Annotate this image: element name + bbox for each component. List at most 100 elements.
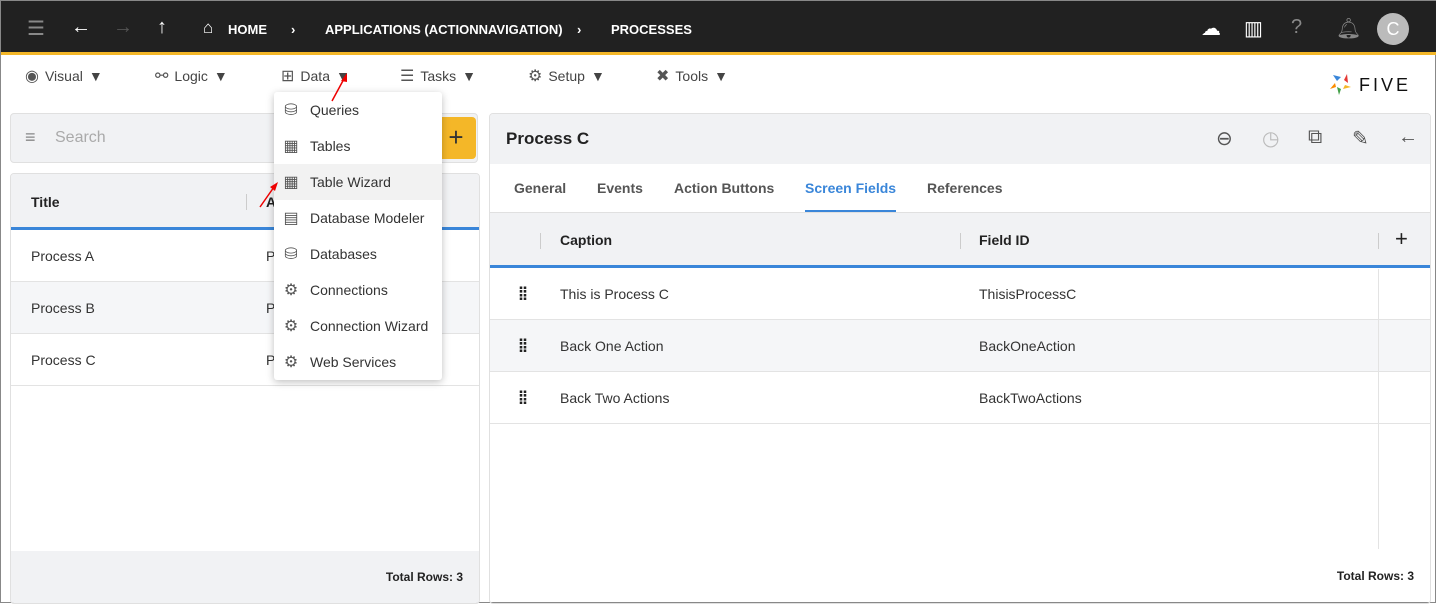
- api-icon: ⚙: [283, 354, 299, 371]
- top-bar: ☰ ← → ↑ ⌂ HOME › APPLICATIONS (ACTIONNAV…: [1, 1, 1436, 55]
- column-divider: [1378, 233, 1379, 249]
- tab-bar: General Events Action Buttons Screen Fie…: [490, 164, 1430, 213]
- cell-field-id: BackOneAction: [979, 338, 1076, 354]
- menu-setup[interactable]: ⚙ Setup ▼: [528, 66, 605, 86]
- cell-field-id: BackTwoActions: [979, 390, 1082, 406]
- tools-icon: ✖: [656, 68, 670, 85]
- menu-item-label: Web Services: [310, 354, 397, 370]
- menu-item-web-services[interactable]: ⚙ Web Services: [274, 344, 442, 380]
- database-icon: ⛁: [284, 246, 298, 263]
- filter-icon[interactable]: ≡: [25, 127, 36, 148]
- menu-tasks[interactable]: ☰ Tasks ▼: [400, 66, 476, 86]
- menu-logic[interactable]: ⚯ Logic ▼: [155, 66, 228, 86]
- fields-table-header: Caption Field ID +: [490, 213, 1430, 268]
- menu-item-tables[interactable]: ▦ Tables: [274, 128, 442, 164]
- tab-screen-fields[interactable]: Screen Fields: [805, 180, 897, 212]
- table-wizard-icon: ▦: [283, 174, 299, 191]
- cell-title: Process B: [31, 300, 95, 316]
- drag-handle-icon[interactable]: ⁞⁞: [518, 284, 528, 305]
- cell-title: Process A: [31, 248, 95, 264]
- menu-label: Data: [300, 68, 330, 84]
- column-divider: [540, 233, 541, 249]
- cell-caption: Back Two Actions: [560, 390, 670, 406]
- menu-label: Visual: [44, 68, 83, 84]
- back-arrow-icon[interactable]: ←: [1398, 126, 1418, 149]
- caret-down-icon: ▼: [213, 68, 228, 84]
- back-arrow-icon[interactable]: ←: [71, 16, 91, 39]
- connections-icon: ⚙: [283, 282, 299, 299]
- column-field-id[interactable]: Field ID: [979, 232, 1030, 248]
- tab-general[interactable]: General: [514, 180, 566, 196]
- drag-handle-icon[interactable]: ⁞⁞: [518, 336, 528, 357]
- tab-references[interactable]: References: [927, 180, 1003, 196]
- cloud-check-icon[interactable]: ☁: [1201, 16, 1221, 41]
- detail-header: Process C ⊖ ◷ ⧉ ✎ ←: [490, 114, 1430, 164]
- add-button[interactable]: +: [436, 117, 476, 159]
- add-field-icon[interactable]: +: [1395, 226, 1408, 252]
- breadcrumb-home[interactable]: HOME: [228, 22, 267, 37]
- menu-item-label: Database Modeler: [310, 210, 425, 226]
- history-icon[interactable]: ◷: [1262, 126, 1279, 151]
- menu-label: Tasks: [420, 68, 457, 84]
- breadcrumb-applications[interactable]: APPLICATIONS (ACTIONNAVIGATION): [325, 22, 563, 37]
- cell-title: Process C: [31, 352, 96, 368]
- menu-item-table-wizard[interactable]: ▦ Table Wizard: [274, 164, 442, 200]
- cell-caption: This is Process C: [560, 286, 669, 302]
- caret-down-icon: ▼: [335, 68, 350, 84]
- column-caption[interactable]: Caption: [560, 232, 612, 248]
- column-title[interactable]: Title: [31, 194, 60, 210]
- total-rows: Total Rows: 3: [1336, 569, 1414, 583]
- database-modeler-icon: ▤: [283, 210, 299, 227]
- menu-item-label: Databases: [310, 246, 377, 262]
- table-icon: ▦: [283, 138, 299, 155]
- five-logo-icon: [1329, 74, 1351, 95]
- library-icon[interactable]: ▥: [1244, 16, 1263, 41]
- caret-down-icon: ▼: [462, 68, 476, 84]
- menu-visual[interactable]: ◉ Visual ▼: [25, 66, 103, 86]
- copy-icon[interactable]: ⧉: [1308, 126, 1322, 149]
- menu-item-label: Queries: [310, 102, 360, 118]
- menu-item-queries[interactable]: ⛁ Queries: [274, 92, 442, 128]
- avatar[interactable]: C: [1377, 13, 1409, 45]
- column-line: [1378, 269, 1379, 549]
- menu-data[interactable]: ⊞ Data ▼: [281, 66, 350, 86]
- menu-tools[interactable]: ✖ Tools ▼: [656, 66, 728, 86]
- connection-wizard-icon: ⚙: [283, 318, 299, 335]
- edit-icon[interactable]: ✎: [1352, 126, 1369, 151]
- table-row[interactable]: ⁞⁞ Back Two Actions BackTwoActions: [490, 372, 1430, 424]
- chevron-right-icon: ›: [577, 22, 582, 37]
- menu-label: Setup: [548, 68, 585, 84]
- caret-down-icon: ▼: [714, 68, 728, 84]
- data-dropdown-menu: ⛁ Queries ▦ Tables ▦ Table Wizard ▤ Database…: [274, 92, 442, 380]
- table-row[interactable]: ⁞⁞ Back One Action BackOneAction: [490, 320, 1430, 372]
- forward-arrow-icon[interactable]: →: [113, 16, 133, 39]
- menu-item-label: Connections: [310, 282, 388, 298]
- up-arrow-icon[interactable]: ↑: [157, 16, 167, 39]
- back-circle-icon[interactable]: ⊖: [1216, 126, 1233, 151]
- chevron-right-icon: ›: [291, 22, 296, 37]
- query-database-icon: ⛁: [284, 102, 298, 119]
- menu-icon[interactable]: ☰: [27, 16, 45, 41]
- menu-item-connections[interactable]: ⚙ Connections: [274, 272, 442, 308]
- bell-icon[interactable]: 🔔︎: [1336, 16, 1361, 41]
- tab-action-buttons[interactable]: Action Buttons: [674, 180, 774, 196]
- menu-item-database-modeler[interactable]: ▤ Database Modeler: [274, 200, 442, 236]
- drag-handle-icon[interactable]: ⁞⁞: [518, 388, 528, 409]
- detail-panel: Process C ⊖ ◷ ⧉ ✎ ← General Events Actio…: [489, 113, 1431, 604]
- caret-down-icon: ▼: [590, 68, 605, 84]
- menu-item-label: Table Wizard: [310, 174, 391, 190]
- five-logo: FIVE: [1329, 73, 1411, 97]
- menu-item-label: Connection Wizard: [310, 318, 429, 334]
- tab-events[interactable]: Events: [597, 180, 643, 196]
- table-row[interactable]: ⁞⁞ This is Process C ThisisProcessC: [490, 268, 1430, 320]
- help-icon[interactable]: ?: [1291, 16, 1302, 39]
- checklist-icon: ☰: [400, 68, 415, 85]
- menu-item-connection-wizard[interactable]: ⚙ Connection Wizard: [274, 308, 442, 344]
- logo-text: FIVE: [1358, 74, 1411, 95]
- menu-label: Tools: [675, 68, 709, 84]
- caret-down-icon: ▼: [88, 68, 103, 84]
- gear-icon: ⚙: [528, 68, 543, 85]
- search-input[interactable]: Search: [55, 129, 106, 147]
- menu-item-databases[interactable]: ⛁ Databases: [274, 236, 442, 272]
- breadcrumb-processes[interactable]: PROCESSES: [611, 22, 692, 37]
